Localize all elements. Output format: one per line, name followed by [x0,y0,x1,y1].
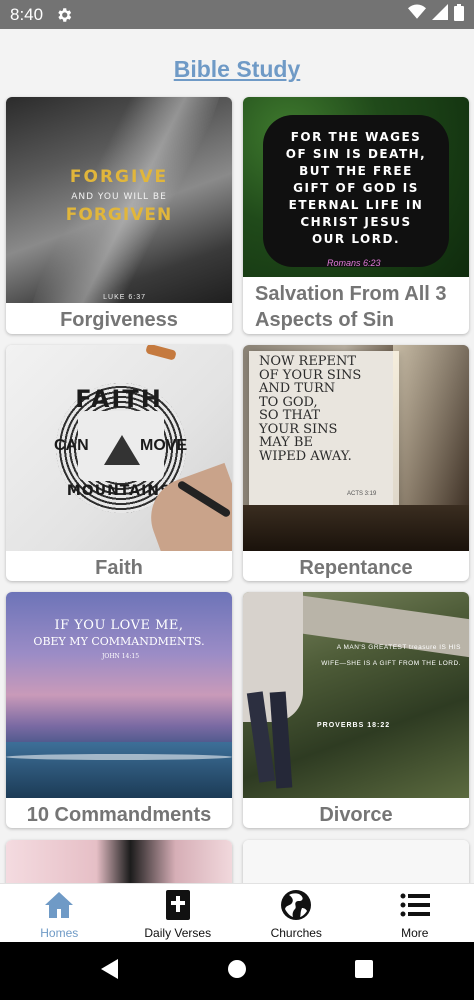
verse-line: OF SIN IS DEATH, [285,147,427,161]
can-word: CAN [54,437,89,454]
topic-card-commandments[interactable]: IF YOU LOVE ME, OBEY MY COMMANDMENTS. JO… [6,592,232,828]
verse-line: GIFT OF GOD IS [293,181,419,195]
luke-ref: LUKE 6:37 [103,294,146,301]
status-icons [408,3,464,26]
nav-label: Daily Verses [144,926,212,940]
topic-card-forgiveness[interactable]: FORGIVE AND YOU WILL BE FORGIVEN LUKE 6:… [6,97,232,334]
divorce-line1: A MAN'S GREATEST treasure IS HIS [336,644,461,651]
nav-daily-verses[interactable]: Daily Verses [119,884,238,942]
nav-more[interactable]: More [356,884,474,942]
romans-ref: Romans 6:23 [327,258,381,268]
verse-line: FOR THE WAGES [290,130,422,144]
verse-line: WIPED AWAY. [259,448,352,464]
signal-icon [432,4,448,25]
faith-word: FAITH [75,385,163,413]
card-label-repentance: Repentance [299,557,413,579]
system-nav-bar [0,942,474,1000]
john-ref: JOHN 14:15 [102,653,140,660]
verse-line: AND TURN [259,381,336,396]
bible-icon [161,888,195,922]
topic-card-repentance[interactable]: NOW REPENT OF YOUR SINS AND TURN TO GOD,… [243,345,469,581]
commandments-image: IF YOU LOVE ME, OBEY MY COMMANDMENTS. JO… [6,592,232,798]
app-screen: 8:40 Bible Study FORGIVE AND YOU WILL BE [0,0,474,1000]
topic-card-salvation[interactable]: FOR THE WAGES OF SIN IS DEATH, BUT THE F… [243,97,469,334]
verse-line: MAY BE [259,435,313,450]
nav-label: More [401,926,429,940]
shavings-shape [145,345,177,361]
divorce-line2: WIFE—SHE IS A GIFT FROM THE LORD. [321,660,461,667]
topic-card-faith[interactable]: FAITH CAN MOVE MOUNTAINS Faith [6,345,232,581]
gear-icon [55,6,73,24]
divorce-image: A MAN'S GREATEST treasure IS HIS WIFE—SH… [243,592,469,798]
verse-line: CHRIST JESUS [300,215,412,229]
verse-line: BUT THE FREE [299,164,413,178]
bottom-nav: Homes Daily Verses Churches More [0,883,474,942]
nav-churches[interactable]: Churches [237,884,356,942]
move-word: MOVE [140,437,188,454]
battery-icon [454,3,464,26]
mountain-icon [104,435,140,465]
commandments-line1: IF YOU LOVE ME, [54,618,184,633]
card-label-commandments: 10 Commandments [26,804,212,826]
forgiven-text: FORGIVEN [65,205,173,225]
home-button-icon[interactable] [227,959,247,984]
forgiveness-image: FORGIVE AND YOU WILL BE FORGIVEN LUKE 6:… [6,97,232,303]
menu-icon [398,888,432,922]
card-label-faith: Faith [95,557,143,579]
topic-card-divorce[interactable]: A MAN'S GREATEST treasure IS HIS WIFE—SH… [243,592,469,828]
verse-line: NOW REPENT [259,354,357,369]
verse-line: YOUR SINS [259,421,338,437]
commandments-line2: OBEY MY COMMANDMENTS. [33,635,205,648]
globe-icon [279,888,313,922]
verse-line: OUR LORD. [311,232,401,246]
verse-line: ETERNAL LIFE IN [288,198,424,212]
proverbs-ref: PROVERBS 18:22 [317,722,391,729]
faith-image: FAITH CAN MOVE MOUNTAINS [6,345,232,551]
salvation-image: FOR THE WAGES OF SIN IS DEATH, BUT THE F… [243,97,469,277]
verse-line: TO GOD, [259,394,318,410]
card-label-salvation: Salvation From All 3 Aspects of Sin [255,283,447,331]
wifi-icon [408,4,426,25]
card-label-divorce: Divorce [319,804,393,826]
and-you-text: AND YOU WILL BE [71,192,167,202]
status-time: 8:40 [10,4,44,24]
verse-line: OF YOUR SINS [259,367,362,383]
forgive-text: FORGIVE [69,167,169,187]
nav-homes[interactable]: Homes [0,884,119,942]
card-label-forgiveness: Forgiveness [60,309,178,331]
nav-label: Homes [40,926,79,940]
home-icon [42,888,76,922]
status-bar: 8:40 [0,0,474,29]
verse-line: SO THAT [259,408,321,423]
repentance-image: NOW REPENT OF YOUR SINS AND TURN TO GOD,… [243,345,469,551]
recents-icon[interactable] [355,959,373,983]
acts-ref: ACTS 3:19 [347,491,377,497]
page-title[interactable]: Bible Study [0,56,474,83]
back-icon[interactable] [101,958,119,984]
nav-label: Churches [270,926,322,940]
